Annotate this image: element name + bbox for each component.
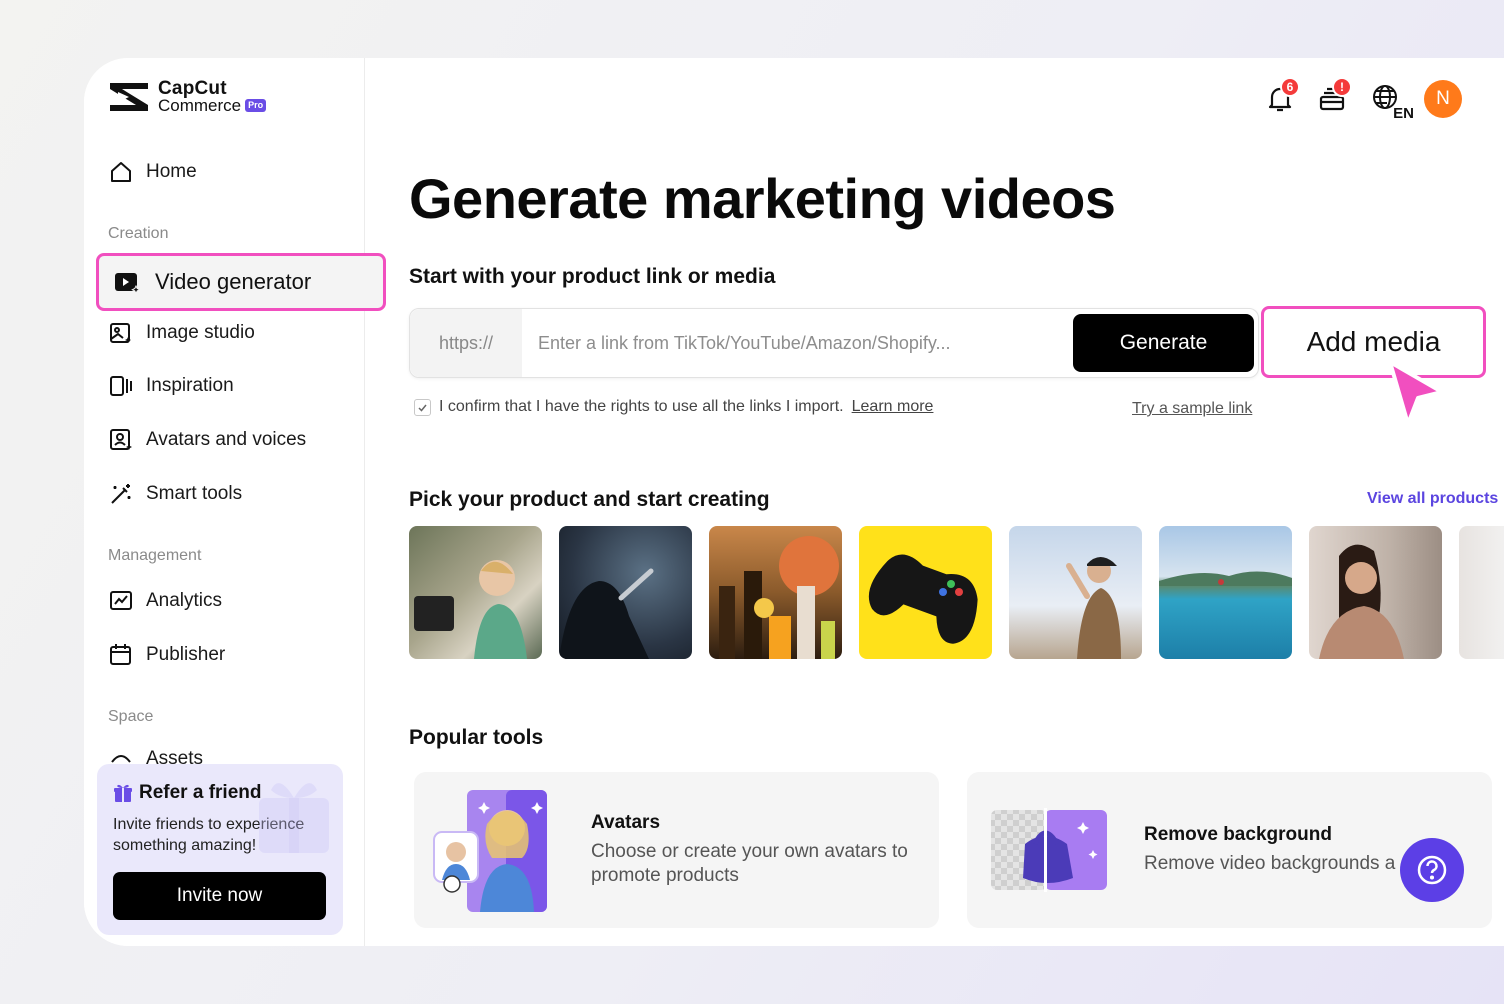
product-thumbnail-partial[interactable] (1459, 526, 1504, 659)
home-icon (111, 162, 131, 182)
capcut-logo-icon (110, 83, 148, 111)
gift-decoration-icon (259, 783, 329, 853)
section-space: Space (108, 708, 154, 725)
pick-product-title: Pick your product and start creating (409, 488, 770, 511)
product-thumbnail-vape[interactable] (559, 526, 692, 659)
notifications-button[interactable]: 6 (1262, 77, 1300, 117)
link-prefix: https:// (410, 309, 522, 377)
tasks-button[interactable]: ! (1314, 77, 1352, 117)
section-management: Management (108, 547, 202, 564)
product-thumbnail-drinks[interactable] (709, 526, 842, 659)
language-button[interactable]: EN (1366, 81, 1414, 121)
brand-sub: Commerce (158, 96, 242, 115)
pointer-cursor-icon (1388, 360, 1444, 426)
help-icon (1417, 855, 1447, 885)
avatars-tool-illustration (433, 790, 547, 912)
user-avatar[interactable]: N (1424, 80, 1462, 118)
brand-name: CapCut (158, 78, 227, 99)
tasks-badge: ! (1332, 77, 1352, 97)
notification-badge: 6 (1280, 77, 1300, 97)
link-section-title: Start with your product link or media (409, 265, 776, 288)
tool-title-remove-background: Remove background (1144, 824, 1332, 845)
product-thumbnails (409, 526, 1504, 661)
tool-desc-remove-background: Remove video backgrounds a (1144, 853, 1396, 874)
generate-button[interactable]: Generate (1073, 314, 1254, 372)
app-window: CapCut Commerce Pro Home Creation Video g… (84, 58, 1504, 946)
capcut-commerce-logo[interactable]: CapCut Commerce Pro (108, 78, 267, 115)
refer-title: Refer a friend (139, 782, 262, 803)
top-toolbar: 6 ! EN N (1262, 77, 1462, 121)
learn-more-link[interactable]: Learn more (852, 398, 934, 416)
magic-wand-icon (111, 484, 131, 504)
sidebar-item-home[interactable]: Home (108, 157, 197, 187)
rights-confirmation: I confirm that I have the rights to use … (414, 398, 933, 416)
product-link-input[interactable] (522, 332, 1073, 354)
product-thumbnail-traveler[interactable] (1009, 526, 1142, 659)
gift-icon (114, 784, 132, 802)
section-creation: Creation (108, 225, 169, 242)
pro-badge: Pro (245, 99, 267, 112)
tool-title-avatars: Avatars (591, 812, 661, 833)
confirm-text: I confirm that I have the rights to use … (439, 398, 844, 415)
product-thumbnail-passenger[interactable] (1309, 526, 1442, 659)
sidebar: CapCut Commerce Pro Home Creation Video g… (84, 58, 386, 946)
sidebar-item-publisher[interactable]: Publisher (108, 640, 225, 670)
sidebar-item-image-studio[interactable]: Image studio (108, 318, 255, 348)
calendar-icon (110, 644, 131, 665)
rights-checkbox[interactable] (414, 398, 431, 416)
bottom-fade (365, 928, 1504, 946)
product-thumbnail-pool[interactable] (1159, 526, 1292, 659)
popular-tools-title: Popular tools (409, 726, 544, 749)
page-title: Generate marketing videos (409, 167, 1116, 230)
help-button[interactable] (1400, 838, 1464, 902)
sidebar-item-smart-tools[interactable]: Smart tools (108, 479, 242, 509)
video-generator-icon (115, 273, 141, 295)
refer-card: Refer a friend Invite friends to experie… (97, 764, 343, 935)
tool-desc-avatars: Choose or create your own avatars to pro… (591, 841, 908, 886)
image-studio-icon (110, 323, 131, 343)
check-icon (418, 404, 427, 412)
tool-card-avatars[interactable]: Avatars Choose or create your own avatar… (414, 772, 939, 928)
remove-background-illustration (991, 808, 1107, 892)
sample-link[interactable]: Try a sample link (1132, 400, 1252, 418)
product-thumbnail-controller[interactable] (859, 526, 992, 659)
inspiration-icon (110, 376, 132, 396)
add-media-button[interactable]: Add media (1261, 306, 1486, 378)
product-thumbnail-vlogger[interactable] (409, 526, 542, 659)
analytics-icon (110, 591, 132, 610)
language-label: EN (1393, 105, 1414, 122)
sidebar-item-avatars-voices[interactable]: Avatars and voices (108, 425, 306, 455)
sidebar-item-video-generator[interactable]: Video generator (96, 253, 386, 311)
link-input-bar: https:// Generate (409, 308, 1259, 378)
sidebar-item-analytics[interactable]: Analytics (108, 586, 222, 616)
invite-now-button[interactable]: Invite now (113, 872, 326, 920)
avatar-icon (110, 429, 132, 450)
view-all-products-link[interactable]: View all products (1367, 490, 1498, 508)
sidebar-item-inspiration[interactable]: Inspiration (108, 371, 234, 401)
